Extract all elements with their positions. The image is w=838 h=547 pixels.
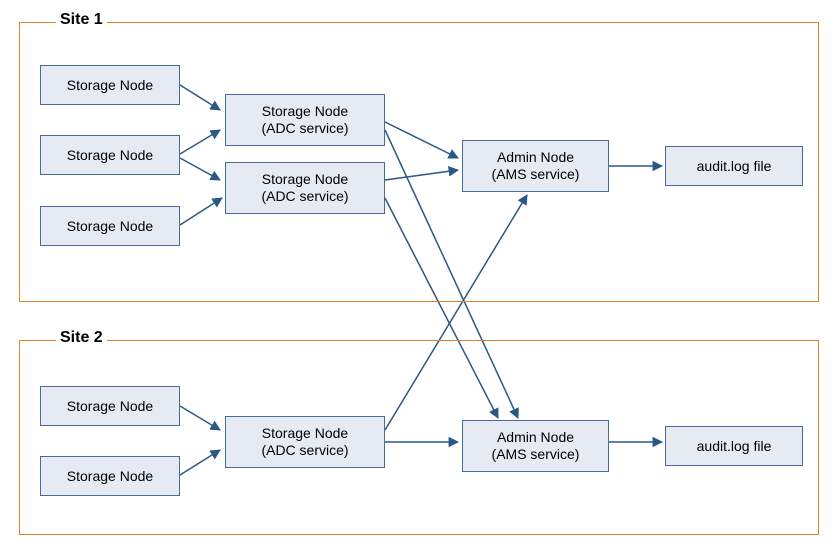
storage-node: Storage Node bbox=[40, 456, 180, 496]
node-text: Storage Node bbox=[67, 77, 153, 94]
storage-node: Storage Node bbox=[40, 135, 180, 175]
storage-node: Storage Node bbox=[40, 65, 180, 105]
node-line1: Storage Node bbox=[262, 171, 348, 188]
node-line1: Storage Node bbox=[262, 425, 348, 442]
storage-node-adc: Storage Node (ADC service) bbox=[225, 162, 385, 214]
node-text: audit.log file bbox=[697, 438, 772, 455]
storage-node-adc: Storage Node (ADC service) bbox=[225, 94, 385, 146]
admin-node: Admin Node (AMS service) bbox=[462, 420, 609, 472]
node-text: audit.log file bbox=[697, 158, 772, 175]
storage-node: Storage Node bbox=[40, 386, 180, 426]
node-line2: (AMS service) bbox=[492, 446, 580, 463]
node-line1: Storage Node bbox=[262, 103, 348, 120]
admin-node: Admin Node (AMS service) bbox=[462, 140, 609, 192]
node-text: Storage Node bbox=[67, 147, 153, 164]
node-line2: (ADC service) bbox=[261, 188, 348, 205]
node-text: Storage Node bbox=[67, 218, 153, 235]
node-line2: (ADC service) bbox=[261, 120, 348, 137]
audit-log-file: audit.log file bbox=[665, 146, 803, 186]
storage-node-adc: Storage Node (ADC service) bbox=[225, 416, 385, 468]
audit-log-file: audit.log file bbox=[665, 426, 803, 466]
site2-label: Site 2 bbox=[56, 329, 107, 347]
node-text: Storage Node bbox=[67, 398, 153, 415]
node-text: Storage Node bbox=[67, 468, 153, 485]
node-line1: Admin Node bbox=[497, 429, 574, 446]
node-line2: (AMS service) bbox=[492, 166, 580, 183]
node-line1: Admin Node bbox=[497, 149, 574, 166]
node-line2: (ADC service) bbox=[261, 442, 348, 459]
site1-label: Site 1 bbox=[56, 11, 107, 29]
storage-node: Storage Node bbox=[40, 206, 180, 246]
